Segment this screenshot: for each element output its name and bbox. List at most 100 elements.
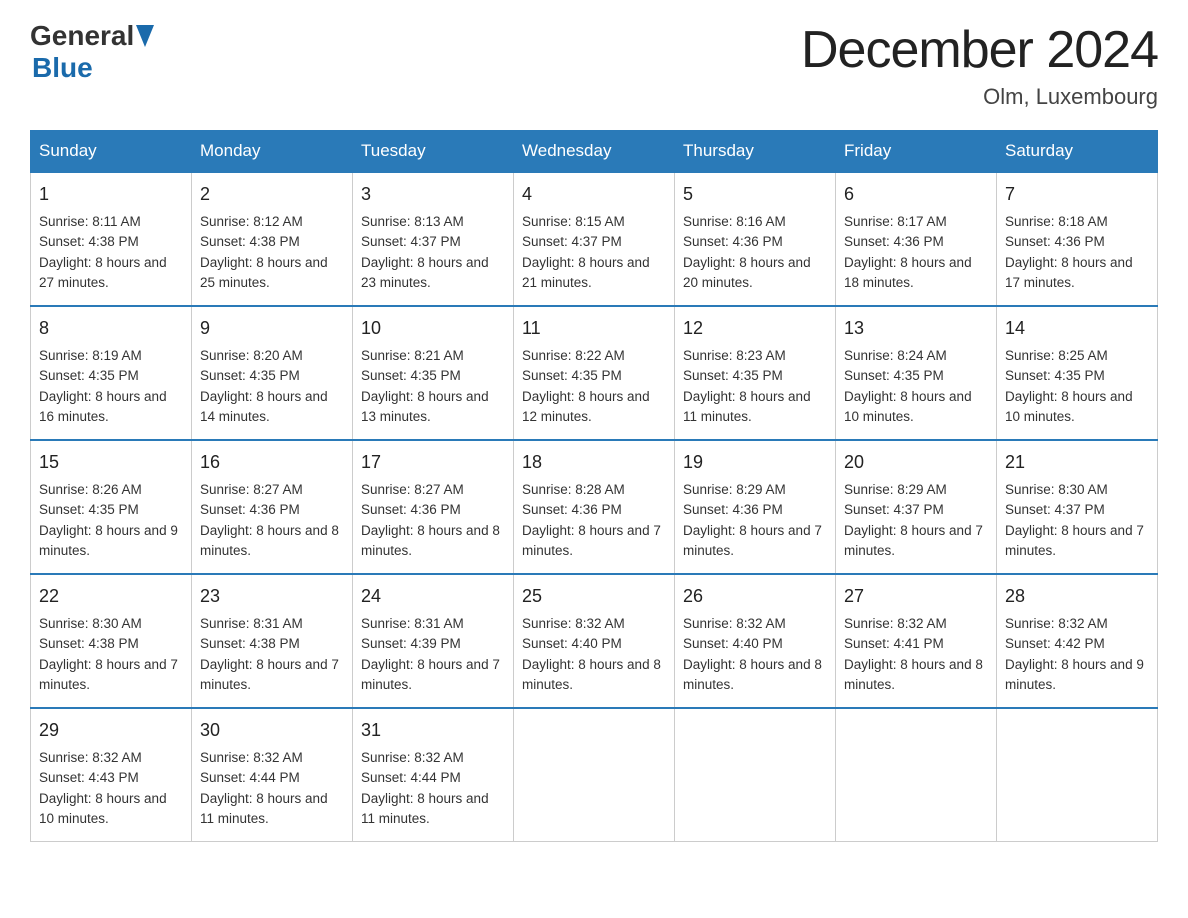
day-number: 13 [844,315,988,342]
sunrise-text: Sunrise: 8:32 AM [522,616,625,631]
sunrise-text: Sunrise: 8:22 AM [522,348,625,363]
day-number: 1 [39,181,183,208]
sunset-text: Sunset: 4:35 PM [1005,368,1105,383]
table-row: 1 Sunrise: 8:11 AM Sunset: 4:38 PM Dayli… [31,172,192,306]
sunset-text: Sunset: 4:41 PM [844,636,944,651]
calendar-header-row: Sunday Monday Tuesday Wednesday Thursday… [31,131,1158,173]
table-row: 5 Sunrise: 8:16 AM Sunset: 4:36 PM Dayli… [675,172,836,306]
sunset-text: Sunset: 4:35 PM [200,368,300,383]
sunrise-text: Sunrise: 8:30 AM [1005,482,1108,497]
daylight-text: Daylight: 8 hours and 10 minutes. [39,791,167,826]
day-number: 5 [683,181,827,208]
title-block: December 2024 Olm, Luxembourg [801,20,1158,110]
page-header: General Blue December 2024 Olm, Luxembou… [30,20,1158,110]
col-saturday: Saturday [997,131,1158,173]
sunset-text: Sunset: 4:44 PM [361,770,461,785]
sunset-text: Sunset: 4:39 PM [361,636,461,651]
daylight-text: Daylight: 8 hours and 7 minutes. [844,523,983,558]
sunset-text: Sunset: 4:36 PM [200,502,300,517]
table-row: 15 Sunrise: 8:26 AM Sunset: 4:35 PM Dayl… [31,440,192,574]
daylight-text: Daylight: 8 hours and 11 minutes. [200,791,328,826]
sunset-text: Sunset: 4:43 PM [39,770,139,785]
sunrise-text: Sunrise: 8:12 AM [200,214,303,229]
table-row: 6 Sunrise: 8:17 AM Sunset: 4:36 PM Dayli… [836,172,997,306]
sunrise-text: Sunrise: 8:20 AM [200,348,303,363]
sunrise-text: Sunrise: 8:19 AM [39,348,142,363]
table-row: 23 Sunrise: 8:31 AM Sunset: 4:38 PM Dayl… [192,574,353,708]
sunset-text: Sunset: 4:38 PM [200,636,300,651]
table-row: 18 Sunrise: 8:28 AM Sunset: 4:36 PM Dayl… [514,440,675,574]
table-row [675,708,836,842]
sunrise-text: Sunrise: 8:15 AM [522,214,625,229]
sunrise-text: Sunrise: 8:24 AM [844,348,947,363]
sunset-text: Sunset: 4:40 PM [522,636,622,651]
daylight-text: Daylight: 8 hours and 10 minutes. [844,389,972,424]
sunset-text: Sunset: 4:35 PM [844,368,944,383]
day-number: 7 [1005,181,1149,208]
sunrise-text: Sunrise: 8:32 AM [361,750,464,765]
sunrise-text: Sunrise: 8:31 AM [361,616,464,631]
col-wednesday: Wednesday [514,131,675,173]
col-friday: Friday [836,131,997,173]
daylight-text: Daylight: 8 hours and 7 minutes. [522,523,661,558]
table-row: 3 Sunrise: 8:13 AM Sunset: 4:37 PM Dayli… [353,172,514,306]
day-number: 22 [39,583,183,610]
day-number: 9 [200,315,344,342]
table-row: 20 Sunrise: 8:29 AM Sunset: 4:37 PM Dayl… [836,440,997,574]
sunset-text: Sunset: 4:37 PM [361,234,461,249]
day-number: 20 [844,449,988,476]
col-tuesday: Tuesday [353,131,514,173]
day-number: 11 [522,315,666,342]
daylight-text: Daylight: 8 hours and 7 minutes. [200,657,339,692]
table-row: 12 Sunrise: 8:23 AM Sunset: 4:35 PM Dayl… [675,306,836,440]
month-title: December 2024 [801,20,1158,80]
sunset-text: Sunset: 4:36 PM [683,502,783,517]
daylight-text: Daylight: 8 hours and 8 minutes. [200,523,339,558]
sunrise-text: Sunrise: 8:27 AM [361,482,464,497]
sunrise-text: Sunrise: 8:29 AM [683,482,786,497]
day-number: 27 [844,583,988,610]
day-number: 10 [361,315,505,342]
sunrise-text: Sunrise: 8:21 AM [361,348,464,363]
day-number: 31 [361,717,505,744]
table-row: 11 Sunrise: 8:22 AM Sunset: 4:35 PM Dayl… [514,306,675,440]
daylight-text: Daylight: 8 hours and 8 minutes. [361,523,500,558]
sunrise-text: Sunrise: 8:13 AM [361,214,464,229]
day-number: 16 [200,449,344,476]
sunrise-text: Sunrise: 8:17 AM [844,214,947,229]
calendar-week-row: 1 Sunrise: 8:11 AM Sunset: 4:38 PM Dayli… [31,172,1158,306]
daylight-text: Daylight: 8 hours and 16 minutes. [39,389,167,424]
sunrise-text: Sunrise: 8:32 AM [1005,616,1108,631]
sunrise-text: Sunrise: 8:32 AM [844,616,947,631]
table-row: 21 Sunrise: 8:30 AM Sunset: 4:37 PM Dayl… [997,440,1158,574]
day-number: 28 [1005,583,1149,610]
sunset-text: Sunset: 4:36 PM [844,234,944,249]
table-row: 14 Sunrise: 8:25 AM Sunset: 4:35 PM Dayl… [997,306,1158,440]
day-number: 17 [361,449,505,476]
daylight-text: Daylight: 8 hours and 23 minutes. [361,255,489,290]
sunset-text: Sunset: 4:35 PM [39,502,139,517]
daylight-text: Daylight: 8 hours and 12 minutes. [522,389,650,424]
day-number: 26 [683,583,827,610]
day-number: 29 [39,717,183,744]
sunrise-text: Sunrise: 8:32 AM [200,750,303,765]
table-row: 4 Sunrise: 8:15 AM Sunset: 4:37 PM Dayli… [514,172,675,306]
sunrise-text: Sunrise: 8:23 AM [683,348,786,363]
daylight-text: Daylight: 8 hours and 8 minutes. [522,657,661,692]
calendar-week-row: 29 Sunrise: 8:32 AM Sunset: 4:43 PM Dayl… [31,708,1158,842]
daylight-text: Daylight: 8 hours and 11 minutes. [683,389,811,424]
calendar-table: Sunday Monday Tuesday Wednesday Thursday… [30,130,1158,842]
sunset-text: Sunset: 4:38 PM [200,234,300,249]
day-number: 2 [200,181,344,208]
table-row: 7 Sunrise: 8:18 AM Sunset: 4:36 PM Dayli… [997,172,1158,306]
table-row: 10 Sunrise: 8:21 AM Sunset: 4:35 PM Dayl… [353,306,514,440]
sunrise-text: Sunrise: 8:32 AM [683,616,786,631]
table-row [997,708,1158,842]
calendar-week-row: 15 Sunrise: 8:26 AM Sunset: 4:35 PM Dayl… [31,440,1158,574]
sunset-text: Sunset: 4:35 PM [683,368,783,383]
sunrise-text: Sunrise: 8:11 AM [39,214,141,229]
sunset-text: Sunset: 4:35 PM [39,368,139,383]
table-row: 22 Sunrise: 8:30 AM Sunset: 4:38 PM Dayl… [31,574,192,708]
daylight-text: Daylight: 8 hours and 7 minutes. [1005,523,1144,558]
col-sunday: Sunday [31,131,192,173]
